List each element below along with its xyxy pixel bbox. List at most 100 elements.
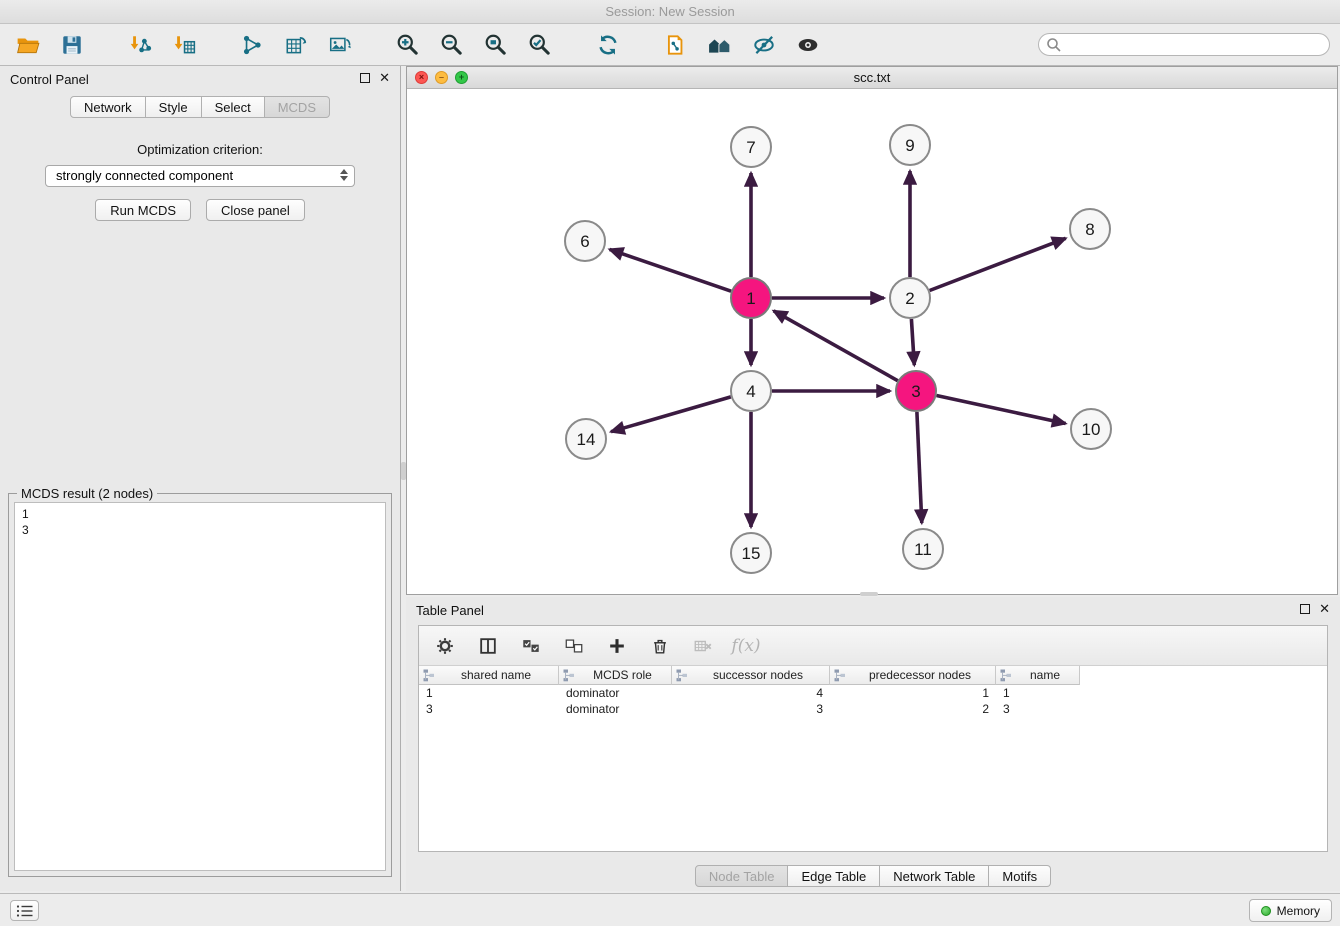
table-tab-node-table[interactable]: Node Table bbox=[695, 865, 789, 887]
graph-node-11[interactable]: 11 bbox=[903, 529, 943, 569]
select-all-button[interactable] bbox=[517, 632, 545, 660]
table-cell[interactable]: 2 bbox=[830, 701, 996, 717]
graph-node-4[interactable]: 4 bbox=[731, 371, 771, 411]
table-row[interactable]: 1dominator411 bbox=[419, 685, 1327, 701]
graph-node-8[interactable]: 8 bbox=[1070, 209, 1110, 249]
close-panel-icon[interactable]: ✕ bbox=[379, 73, 390, 83]
vertical-splitter-handle[interactable] bbox=[401, 462, 406, 480]
network-canvas[interactable]: 7 9 6 8 1 2 4 3 14 10 15 11 bbox=[407, 89, 1337, 594]
search-input[interactable] bbox=[1038, 33, 1330, 56]
save-floppy-icon bbox=[60, 33, 84, 57]
refresh-layout-button[interactable] bbox=[590, 28, 626, 62]
column-header-mcds-role[interactable]: MCDS role bbox=[559, 666, 672, 685]
horizontal-splitter-handle[interactable] bbox=[860, 592, 878, 596]
column-header-shared-name[interactable]: shared name bbox=[419, 666, 559, 685]
table-tab-edge-table[interactable]: Edge Table bbox=[788, 865, 880, 887]
float-window-icon[interactable] bbox=[360, 73, 370, 83]
graph-edge-3-10[interactable] bbox=[937, 396, 1066, 424]
delete-table-button[interactable] bbox=[689, 632, 717, 660]
graph-node-10[interactable]: 10 bbox=[1071, 409, 1111, 449]
graph-edge-1-6[interactable] bbox=[610, 249, 732, 291]
optimization-criterion-label: Optimization criterion: bbox=[0, 142, 400, 157]
graph-edge-4-14[interactable] bbox=[611, 397, 731, 432]
control-tab-mcds[interactable]: MCDS bbox=[265, 96, 330, 118]
graph-node-15[interactable]: 15 bbox=[731, 533, 771, 573]
function-builder-icon: f(x) bbox=[731, 636, 760, 656]
delete-row-button[interactable] bbox=[646, 632, 674, 660]
add-row-button[interactable] bbox=[603, 632, 631, 660]
dropdown-selected-value: strongly connected component bbox=[56, 168, 233, 183]
deselect-all-button[interactable] bbox=[560, 632, 588, 660]
table-tab-network-table[interactable]: Network Table bbox=[880, 865, 989, 887]
plus-icon bbox=[607, 636, 627, 656]
zoom-in-button[interactable] bbox=[390, 28, 426, 62]
run-mcds-button[interactable]: Run MCDS bbox=[95, 199, 191, 221]
toolbar-button-group bbox=[10, 28, 826, 62]
graph-edge-3-11[interactable] bbox=[917, 412, 922, 523]
graph-node-9[interactable]: 9 bbox=[890, 125, 930, 165]
save-session-button[interactable] bbox=[54, 28, 90, 62]
table-cell[interactable]: 3 bbox=[672, 701, 830, 717]
memory-status-icon bbox=[1261, 906, 1271, 916]
graph-node-2[interactable]: 2 bbox=[890, 278, 930, 318]
graph-node-7[interactable]: 7 bbox=[731, 127, 771, 167]
memory-button[interactable]: Memory bbox=[1249, 899, 1332, 922]
zoom-out-button[interactable] bbox=[434, 28, 470, 62]
column-type-icon bbox=[1000, 669, 1012, 682]
svg-text:1: 1 bbox=[746, 289, 755, 308]
control-tab-select[interactable]: Select bbox=[202, 96, 265, 118]
table-cell[interactable]: 1 bbox=[830, 685, 996, 701]
mcds-result-text[interactable]: 1 3 bbox=[14, 502, 386, 871]
graph-edge-2-8[interactable] bbox=[930, 238, 1066, 290]
first-neighbors-button[interactable] bbox=[702, 28, 738, 62]
control-tab-style[interactable]: Style bbox=[146, 96, 202, 118]
graph-node-14[interactable]: 14 bbox=[566, 419, 606, 459]
import-table-button[interactable] bbox=[166, 28, 202, 62]
new-table-button[interactable] bbox=[278, 28, 314, 62]
column-header-predecessor-nodes[interactable]: predecessor nodes bbox=[830, 666, 996, 685]
table-cell[interactable]: 1 bbox=[996, 685, 1080, 701]
table-cell[interactable]: dominator bbox=[559, 685, 672, 701]
table-tab-motifs[interactable]: Motifs bbox=[989, 865, 1051, 887]
zoom-selected-button[interactable] bbox=[522, 28, 558, 62]
graphics-details-button[interactable] bbox=[746, 28, 782, 62]
clone-network-button[interactable] bbox=[658, 28, 694, 62]
open-session-button[interactable] bbox=[10, 28, 46, 62]
graph-node-1[interactable]: 1 bbox=[731, 278, 771, 318]
column-header-name[interactable]: name bbox=[996, 666, 1080, 685]
graph-node-6[interactable]: 6 bbox=[565, 221, 605, 261]
table-row[interactable]: 3dominator323 bbox=[419, 701, 1327, 717]
table-cell[interactable]: 4 bbox=[672, 685, 830, 701]
show-hide-panel-button[interactable] bbox=[790, 28, 826, 62]
zoom-fit-button[interactable] bbox=[478, 28, 514, 62]
svg-text:10: 10 bbox=[1082, 420, 1101, 439]
function-builder-button[interactable]: f(x) bbox=[732, 632, 760, 660]
new-network-button[interactable] bbox=[234, 28, 270, 62]
table-cell[interactable]: 3 bbox=[419, 701, 559, 717]
control-tab-network[interactable]: Network bbox=[70, 96, 146, 118]
trash-icon bbox=[650, 636, 670, 656]
graph-node-3[interactable]: 3 bbox=[896, 371, 936, 411]
optimization-criterion-dropdown[interactable]: strongly connected component bbox=[45, 165, 355, 187]
table-cell[interactable]: 1 bbox=[419, 685, 559, 701]
close-table-panel-icon[interactable]: ✕ bbox=[1319, 604, 1330, 614]
close-panel-button[interactable]: Close panel bbox=[206, 199, 305, 221]
search-icon bbox=[1045, 36, 1063, 59]
import-network-button[interactable] bbox=[122, 28, 158, 62]
graph-edge-3-1[interactable] bbox=[774, 311, 898, 381]
import-network-icon bbox=[128, 33, 152, 57]
settings-button[interactable] bbox=[431, 632, 459, 660]
graph-edge-2-3[interactable] bbox=[911, 319, 914, 365]
close-window-icon[interactable]: × bbox=[415, 71, 428, 84]
table-cell[interactable]: 3 bbox=[996, 701, 1080, 717]
task-history-button[interactable] bbox=[10, 900, 39, 921]
minimize-window-icon[interactable]: – bbox=[435, 71, 448, 84]
network-window-titlebar[interactable]: × – + scc.txt bbox=[407, 67, 1337, 89]
columns-button[interactable] bbox=[474, 632, 502, 660]
export-image-button[interactable] bbox=[322, 28, 358, 62]
column-header-successor-nodes[interactable]: successor nodes bbox=[672, 666, 830, 685]
maximize-window-icon[interactable]: + bbox=[455, 71, 468, 84]
float-table-panel-icon[interactable] bbox=[1300, 604, 1310, 614]
table-cell[interactable]: dominator bbox=[559, 701, 672, 717]
column-type-icon bbox=[834, 669, 846, 682]
